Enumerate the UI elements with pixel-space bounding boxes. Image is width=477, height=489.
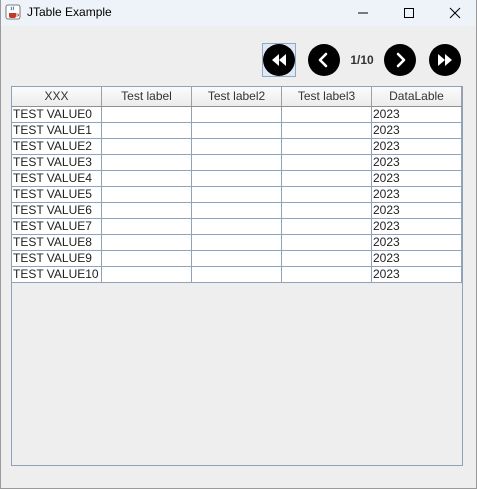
close-icon [449,7,461,19]
table-cell[interactable]: TEST VALUE2 [12,139,102,155]
first-page-button[interactable] [262,43,296,77]
table-cell[interactable] [192,123,282,139]
table-cell[interactable] [192,267,282,283]
table-cell[interactable] [282,107,372,123]
chevron-right-icon [396,52,406,68]
table-cell[interactable] [192,235,282,251]
table-cell[interactable] [102,235,192,251]
minimize-button[interactable] [340,0,386,26]
title-bar[interactable]: JTable Example [1,0,476,26]
double-chevron-right-icon [438,54,452,66]
next-page-button[interactable] [384,44,416,76]
table-cell[interactable] [192,171,282,187]
table-cell[interactable] [282,187,372,203]
table-cell[interactable] [282,251,372,267]
table-cell[interactable]: TEST VALUE4 [12,171,102,187]
table-cell[interactable] [102,267,192,283]
table-cell[interactable]: 2023 [372,203,462,219]
table-cell[interactable] [102,123,192,139]
chevron-left-icon [318,52,328,68]
table-cell[interactable]: TEST VALUE0 [12,107,102,123]
table-cell[interactable]: 2023 [372,107,462,123]
table-cell[interactable] [192,107,282,123]
table-cell[interactable] [282,267,372,283]
last-page-button[interactable] [429,44,461,76]
table-header: XXX Test label Test label2 Test label3 D… [12,87,462,107]
table-row[interactable]: TEST VALUE8 2023 [12,235,462,251]
table-cell[interactable]: TEST VALUE6 [12,203,102,219]
table-cell[interactable] [192,187,282,203]
table-cell[interactable] [192,219,282,235]
table-cell[interactable]: TEST VALUE9 [12,251,102,267]
table-cell[interactable]: 2023 [372,219,462,235]
table-row[interactable]: TEST VALUE5 2023 [12,187,462,203]
minimize-icon [358,12,368,14]
data-table[interactable]: XXX Test label Test label2 Test label3 D… [11,86,463,466]
table-cell[interactable]: TEST VALUE1 [12,123,102,139]
maximize-button[interactable] [386,0,432,26]
table-cell[interactable] [282,139,372,155]
table-cell[interactable] [102,171,192,187]
table-cell[interactable] [102,219,192,235]
table-row[interactable]: TEST VALUE9 2023 [12,251,462,267]
table-cell[interactable] [282,219,372,235]
table-row[interactable]: TEST VALUE3 2023 [12,155,462,171]
table-cell[interactable] [282,123,372,139]
table-cell[interactable] [192,139,282,155]
double-chevron-left-icon [272,54,286,66]
column-header[interactable]: Test label3 [282,87,372,106]
table-cell[interactable]: 2023 [372,123,462,139]
column-header[interactable]: DataLable [372,87,462,106]
close-button[interactable] [432,0,477,26]
table-cell[interactable] [282,235,372,251]
table-cell[interactable]: 2023 [372,251,462,267]
table-cell[interactable] [282,203,372,219]
table-cell[interactable]: TEST VALUE5 [12,187,102,203]
table-cell[interactable] [192,203,282,219]
table-cell[interactable] [102,251,192,267]
table-cell[interactable] [282,155,372,171]
table-cell[interactable]: 2023 [372,171,462,187]
previous-page-button[interactable] [308,44,340,76]
table-cell[interactable] [102,203,192,219]
table-cell[interactable] [192,251,282,267]
table-cell[interactable]: 2023 [372,187,462,203]
table-cell[interactable]: 2023 [372,155,462,171]
table-body: TEST VALUE0 2023 TEST VALUE1 2023 TEST VALUE… [12,107,462,283]
column-header[interactable]: Test label2 [192,87,282,106]
table-cell[interactable]: TEST VALUE10 [12,267,102,283]
table-row[interactable]: TEST VALUE2 2023 [12,139,462,155]
table-row[interactable]: TEST VALUE7 2023 [12,219,462,235]
maximize-icon [404,8,414,18]
table-cell[interactable] [102,107,192,123]
table-row[interactable]: TEST VALUE4 2023 [12,171,462,187]
table-cell[interactable] [282,171,372,187]
column-header[interactable]: XXX [12,87,102,106]
table-cell[interactable]: 2023 [372,235,462,251]
table-row[interactable]: TEST VALUE6 2023 [12,203,462,219]
table-cell[interactable] [102,139,192,155]
table-row[interactable]: TEST VALUE0 2023 [12,107,462,123]
table-cell[interactable]: TEST VALUE7 [12,219,102,235]
table-cell[interactable] [192,155,282,171]
page-indicator: 1/10 [350,53,374,67]
table-cell[interactable]: TEST VALUE8 [12,235,102,251]
window-title: JTable Example [27,5,112,19]
table-cell[interactable]: TEST VALUE3 [12,155,102,171]
table-row[interactable]: TEST VALUE10 2023 [12,267,462,283]
table-row[interactable]: TEST VALUE1 2023 [12,123,462,139]
app-window: JTable Example 1/10 XXX Test label Test … [0,0,477,489]
table-cell[interactable] [102,187,192,203]
table-cell[interactable]: 2023 [372,139,462,155]
java-cup-icon [5,4,21,20]
table-cell[interactable]: 2023 [372,267,462,283]
table-cell[interactable] [102,155,192,171]
column-header[interactable]: Test label [102,87,192,106]
